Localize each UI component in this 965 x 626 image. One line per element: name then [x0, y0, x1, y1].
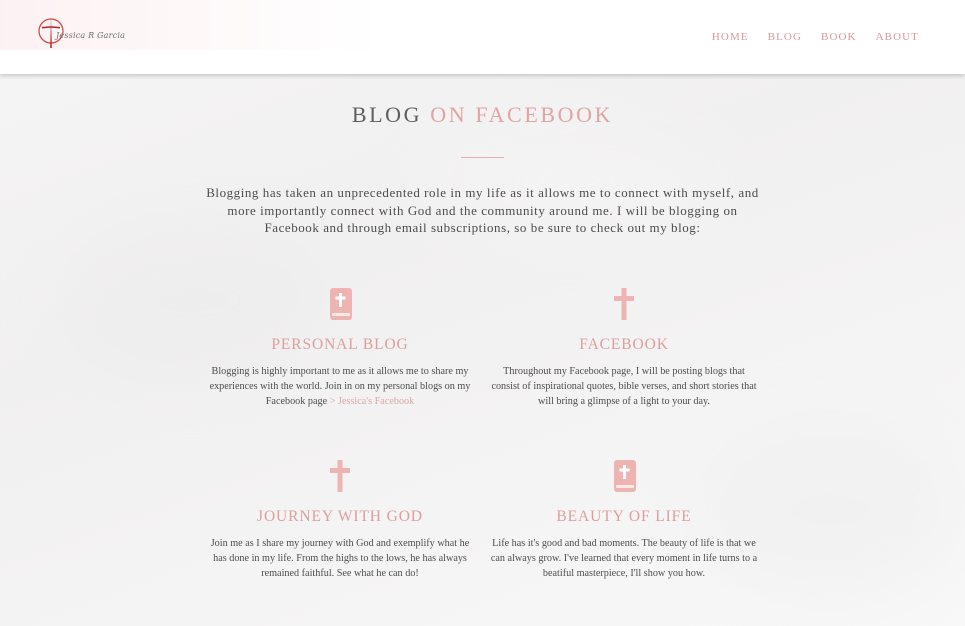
card-body: Throughout my Facebook page, I will be p… — [491, 366, 757, 407]
page: Jessica R Garcia HOME BLOG BOOK ABOUT BL… — [0, 0, 965, 626]
page-title: BLOG ON FACEBOOK — [0, 102, 965, 128]
logo-signature: Jessica R Garcia — [56, 31, 126, 40]
intro-paragraph: Blogging has taken an unprecedented role… — [206, 185, 759, 235]
main-nav: HOME BLOG BOOK ABOUT — [712, 31, 919, 43]
nav-home[interactable]: HOME — [712, 31, 749, 43]
card-heading: FACEBOOK — [579, 336, 669, 353]
card-body: Blogging is highly important to me as it… — [205, 364, 475, 409]
title-divider — [461, 157, 504, 158]
card-heading: PERSONAL BLOG — [271, 336, 409, 353]
card-body: Life has it's good and bad moments. The … — [490, 538, 758, 579]
nav-blog[interactable]: BLOG — [768, 31, 802, 43]
site-logo[interactable]: Jessica R Garcia — [36, 14, 136, 54]
card-personal-blog: PERSONAL BLOG Blogging is highly importa… — [205, 286, 475, 409]
cross-icon — [614, 288, 634, 320]
cross-icon — [330, 460, 350, 492]
bible-icon — [330, 288, 352, 320]
facebook-link[interactable]: > Jessica's Facebook — [327, 396, 415, 407]
site-header: Jessica R Garcia HOME BLOG BOOK ABOUT — [0, 0, 965, 74]
card-journey-with-god: JOURNEY WITH GOD Join me as I share my j… — [205, 458, 475, 581]
card-heading: BEAUTY OF LIFE — [556, 508, 692, 525]
card-beauty-of-life: BEAUTY OF LIFE Life has it's good and ba… — [489, 458, 759, 581]
page-title-plain: BLOG — [351, 102, 423, 127]
nav-about[interactable]: ABOUT — [876, 31, 919, 43]
card-heading: JOURNEY WITH GOD — [257, 508, 423, 525]
bible-icon — [614, 460, 636, 492]
card-facebook: FACEBOOK Throughout my Facebook page, I … — [489, 286, 759, 409]
page-title-accent: ON FACEBOOK — [430, 102, 614, 127]
card-body: Join me as I share my journey with God a… — [210, 538, 470, 579]
nav-book[interactable]: BOOK — [821, 31, 857, 43]
